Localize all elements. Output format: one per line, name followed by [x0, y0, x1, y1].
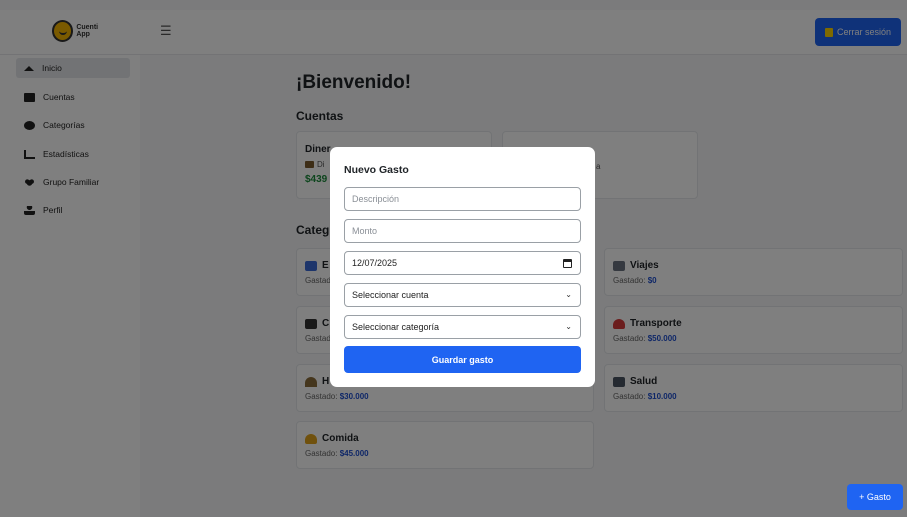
- chevron-down-icon: ⌄: [565, 322, 572, 331]
- save-expense-button[interactable]: Guardar gasto: [344, 346, 581, 373]
- new-expense-modal: Nuevo Gasto Descripción Monto 12/07/2025…: [330, 147, 595, 387]
- modal-title: Nuevo Gasto: [344, 164, 409, 176]
- category-select[interactable]: Seleccionar categoría ⌄: [344, 315, 581, 339]
- date-input[interactable]: 12/07/2025: [344, 251, 581, 275]
- account-select-value: Seleccionar cuenta: [352, 290, 429, 300]
- description-input[interactable]: Descripción: [344, 187, 581, 211]
- calendar-icon[interactable]: [563, 259, 572, 268]
- chevron-down-icon: ⌄: [565, 290, 572, 299]
- account-select[interactable]: Seleccionar cuenta ⌄: [344, 283, 581, 307]
- amount-input[interactable]: Monto: [344, 219, 581, 243]
- date-value: 12/07/2025: [352, 258, 398, 268]
- category-select-value: Seleccionar categoría: [352, 322, 440, 332]
- add-expense-button[interactable]: + Gasto: [847, 484, 903, 510]
